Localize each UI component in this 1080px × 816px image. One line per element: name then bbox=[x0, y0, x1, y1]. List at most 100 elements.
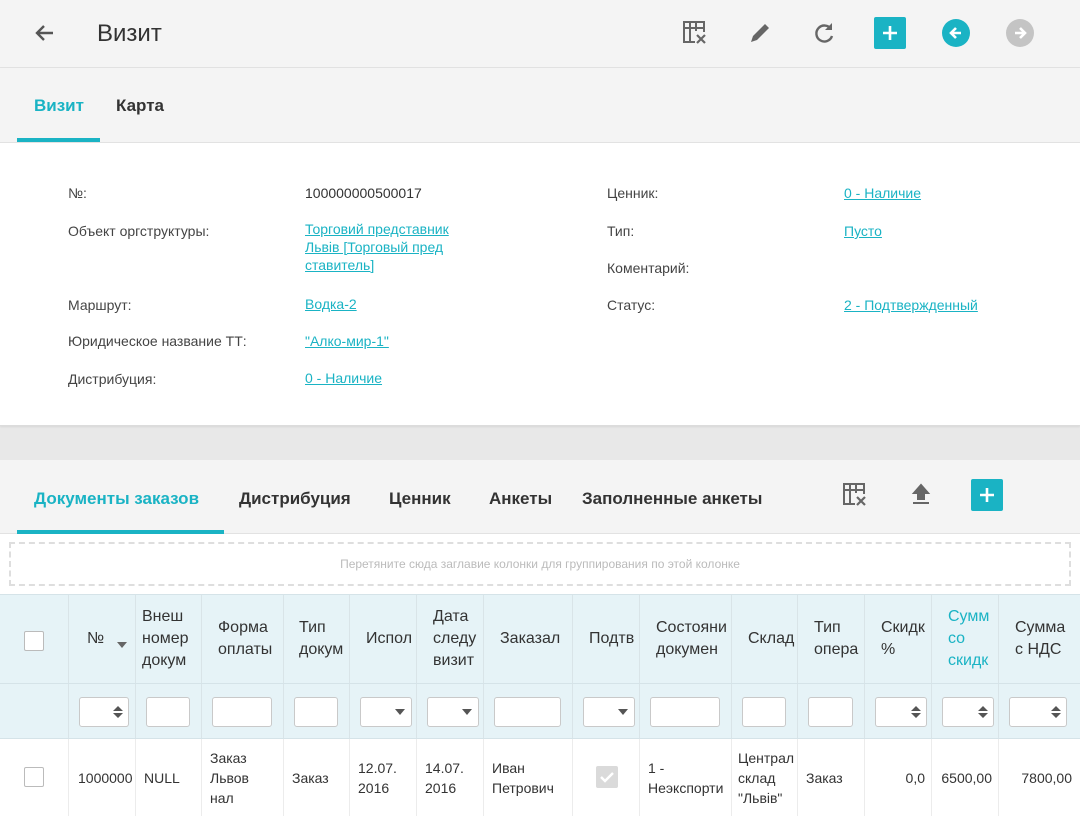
tab-filled-surveys[interactable]: Заполненные анкеты bbox=[582, 489, 762, 509]
orderedby-filter-input[interactable] bbox=[494, 697, 561, 727]
col-header-confirmed[interactable]: Подтв bbox=[573, 595, 640, 683]
select-all-checkbox[interactable] bbox=[24, 631, 44, 651]
payment-filter-input[interactable] bbox=[212, 697, 272, 727]
type-label: Тип: bbox=[607, 223, 635, 239]
filter-cell-sum-vat bbox=[999, 684, 1080, 738]
filter-cell-optype bbox=[798, 684, 865, 738]
status-link[interactable]: 2 - Подтвержденный bbox=[844, 296, 978, 314]
state-filter-input[interactable] bbox=[650, 697, 720, 727]
export-icon[interactable] bbox=[904, 478, 938, 512]
filter-cell-state bbox=[640, 684, 732, 738]
cell-state: 1 - Неэкспорти bbox=[640, 739, 732, 816]
tab-surveys[interactable]: Анкеты bbox=[489, 489, 552, 509]
sum-vat-filter-spinner[interactable] bbox=[1009, 697, 1067, 727]
checkmark-icon bbox=[596, 766, 618, 788]
col-sum-vat-label: Сумма с НДС bbox=[1015, 619, 1066, 658]
col-header-doctype[interactable]: Тип докум bbox=[284, 595, 350, 683]
col-header-optype[interactable]: Тип опера bbox=[798, 595, 865, 683]
cell-payment-text: Заказ Львов нал bbox=[210, 749, 249, 806]
doctype-filter-input[interactable] bbox=[294, 697, 338, 727]
grid-clear-filter-icon[interactable] bbox=[838, 478, 872, 512]
tab-pricetag[interactable]: Ценник bbox=[389, 489, 451, 509]
col-confirmed-label: Подтв bbox=[589, 630, 635, 647]
row-checkbox[interactable] bbox=[24, 767, 44, 787]
cell-sum-discount: 6500,00 bbox=[932, 739, 999, 816]
tab-map[interactable]: Карта bbox=[116, 96, 164, 116]
number-label: №: bbox=[68, 185, 87, 201]
discount-filter-spinner[interactable] bbox=[875, 697, 927, 727]
executed-filter-select[interactable] bbox=[360, 697, 412, 727]
type-link[interactable]: Пусто bbox=[844, 222, 882, 240]
refresh-icon[interactable] bbox=[807, 16, 841, 50]
table-row[interactable]: 1000000 NULL Заказ Львов нал Заказ 12.07… bbox=[0, 739, 1080, 816]
filter-cell-confirmed bbox=[573, 684, 640, 738]
distribution-link[interactable]: 0 - Наличие bbox=[305, 369, 382, 387]
col-header-warehouse[interactable]: Склад bbox=[732, 595, 798, 683]
visit-tabs: Визит Карта bbox=[0, 68, 1080, 143]
col-header-executed[interactable]: Испол bbox=[350, 595, 417, 683]
grid-filter-row bbox=[0, 684, 1080, 739]
grid-header: № Внеш номер докум Форма оплаты Тип доку… bbox=[0, 594, 1080, 684]
col-header-discount[interactable]: Скидк % bbox=[865, 595, 932, 683]
col-header-number[interactable]: № bbox=[69, 595, 136, 683]
legal-name-link[interactable]: "Алко-мир-1" bbox=[305, 332, 389, 350]
sort-desc-icon bbox=[117, 637, 127, 655]
route-link[interactable]: Водка-2 bbox=[305, 295, 357, 313]
cell-number: 1000000 bbox=[69, 739, 136, 816]
cell-doctype-text: Заказ bbox=[292, 769, 329, 786]
col-header-sum-discount[interactable]: Сумм со скидк bbox=[932, 595, 999, 683]
cell-state-text: 1 - Неэкспорти bbox=[648, 759, 724, 796]
price-link[interactable]: 0 - Наличие bbox=[844, 184, 921, 202]
chevron-down-icon bbox=[462, 709, 472, 715]
cell-external: NULL bbox=[136, 739, 202, 816]
number-filter-spinner[interactable] bbox=[79, 697, 129, 727]
active-tab-indicator bbox=[17, 138, 100, 142]
visit-card: Визит Карта №: 100000000500017 Объект ор… bbox=[0, 68, 1080, 426]
prev-record-button[interactable] bbox=[939, 16, 973, 50]
col-discount-label: Скидк % bbox=[881, 619, 925, 658]
nextvisit-filter-select[interactable] bbox=[427, 697, 479, 727]
clear-filter-icon[interactable] bbox=[678, 16, 712, 50]
warehouse-filter-input[interactable] bbox=[742, 697, 786, 727]
group-drop-area[interactable]: Перетяните сюда заглавие колонки для гру… bbox=[9, 542, 1071, 586]
filter-cell-orderedby bbox=[484, 684, 573, 738]
cell-sum-vat-text: 7800,00 bbox=[1021, 769, 1072, 786]
tab-visit[interactable]: Визит bbox=[34, 96, 84, 116]
col-header-payment[interactable]: Форма оплаты bbox=[202, 595, 284, 683]
filter-cell-nextvisit bbox=[417, 684, 484, 738]
cell-orderedby: Иван Петрович bbox=[484, 739, 573, 816]
tab-distribution[interactable]: Дистрибуция bbox=[239, 489, 351, 509]
tab-order-docs[interactable]: Документы заказов bbox=[34, 489, 199, 509]
add-button[interactable] bbox=[873, 16, 907, 50]
confirmed-filter-select[interactable] bbox=[583, 697, 635, 727]
col-header-orderedby[interactable]: Заказал bbox=[484, 595, 573, 683]
cell-payment: Заказ Львов нал bbox=[202, 739, 284, 816]
cell-optype-text: Заказ bbox=[806, 769, 843, 786]
next-record-button[interactable] bbox=[1003, 16, 1037, 50]
col-optype-label: Тип опера bbox=[814, 619, 859, 658]
external-filter-input[interactable] bbox=[146, 697, 190, 727]
pencil-icon[interactable] bbox=[743, 16, 777, 50]
col-external-label: Внеш номер докум bbox=[142, 608, 189, 669]
orders-tabs: Документы заказов Дистрибуция Ценник Анк… bbox=[0, 460, 1080, 534]
filter-cell-executed bbox=[350, 684, 417, 738]
back-arrow-icon[interactable] bbox=[30, 18, 60, 48]
filter-cell-warehouse bbox=[732, 684, 798, 738]
distribution-label: Дистрибуция: bbox=[68, 371, 157, 387]
col-nextvisit-label: Дата следу визит bbox=[433, 608, 477, 669]
org-link[interactable]: Торговий представник Львів [Торговый пре… bbox=[305, 220, 505, 274]
optype-filter-input[interactable] bbox=[808, 697, 853, 727]
cell-number-text: 1000000 bbox=[78, 769, 133, 786]
cell-external-text: NULL bbox=[144, 769, 180, 786]
col-state-label: Состояни докумен bbox=[656, 619, 727, 658]
col-header-external[interactable]: Внеш номер докум bbox=[136, 595, 202, 683]
col-header-state[interactable]: Состояни докумен bbox=[640, 595, 732, 683]
add-order-button[interactable] bbox=[970, 478, 1004, 512]
col-header-sum-vat[interactable]: Сумма с НДС bbox=[999, 595, 1080, 683]
cell-sum-vat: 7800,00 bbox=[999, 739, 1080, 816]
col-header-nextvisit[interactable]: Дата следу визит bbox=[417, 595, 484, 683]
sum-discount-filter-spinner[interactable] bbox=[942, 697, 994, 727]
price-label: Ценник: bbox=[607, 185, 659, 201]
col-payment-label: Форма оплаты bbox=[218, 619, 273, 658]
number-value: 100000000500017 bbox=[305, 185, 422, 201]
